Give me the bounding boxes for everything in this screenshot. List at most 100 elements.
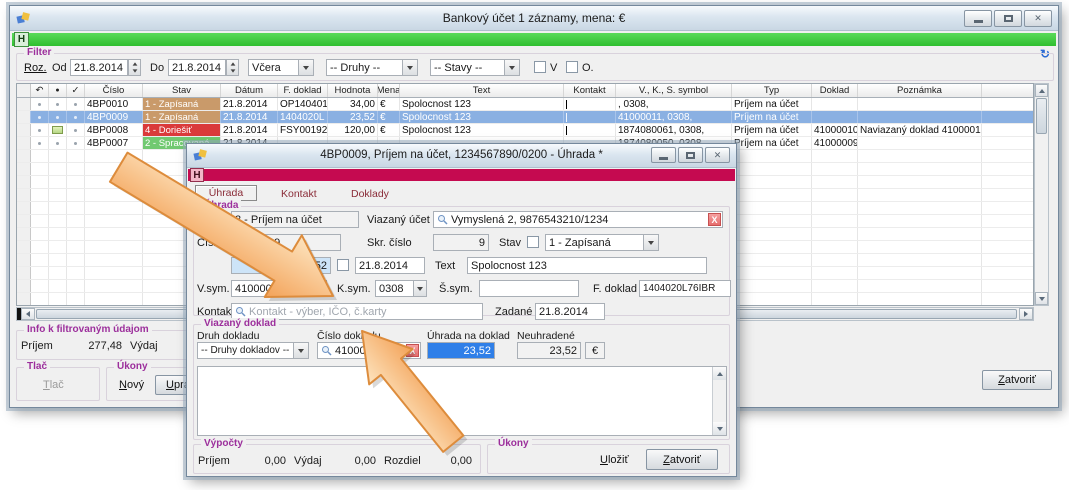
table-row[interactable]: 4BP0008 4 - Doriešiť 21.8.2014 FSY00192 … (17, 124, 1033, 137)
header-selector[interactable] (17, 84, 31, 97)
cislo-dokladu-field[interactable]: 41000011 X (317, 342, 421, 359)
header-kontakt[interactable]: Kontakt (564, 84, 616, 97)
money-icon (52, 126, 63, 134)
tab-uhrada[interactable]: Úhrada (195, 185, 257, 201)
stavy-select[interactable]: -- Stavy -- (430, 59, 520, 76)
vypocty-group: Výpočty Príjem 0,00 Výdaj 0,00 Rozdiel 0… (193, 444, 481, 474)
v-checkbox-label: V (550, 62, 557, 74)
neuhradene-field[interactable]: 23,52 (517, 342, 581, 359)
dlg-vydaj-label: Výdaj (294, 455, 322, 467)
chevron-down-icon[interactable] (413, 281, 426, 296)
scroll-left-icon[interactable] (21, 308, 35, 320)
header-poznamka[interactable]: Poznámka (858, 84, 982, 97)
tab-kontakt[interactable]: Kontakt (281, 188, 317, 200)
roz-link[interactable]: Roz. (24, 62, 47, 74)
text-field[interactable]: Spolocnost 123 (467, 257, 707, 274)
flag-icon[interactable]: ● (49, 84, 67, 97)
dialog-titlebar[interactable]: 4BP0009, Príjem na účet, 1234567890/0200… (187, 144, 736, 168)
header-cislo[interactable]: Číslo (85, 84, 143, 97)
viazany-ucet-field[interactable]: Vymyslená 2, 9876543210/1234 X (433, 211, 723, 228)
header-typ[interactable]: Typ (732, 84, 812, 97)
ukony-group-label: Úkony (114, 361, 151, 372)
stav-checkbox[interactable] (527, 236, 539, 248)
detail-textarea[interactable] (197, 366, 727, 436)
scroll-up-icon[interactable] (1035, 84, 1048, 97)
header-stav[interactable]: Stav (143, 84, 221, 97)
o-checkbox-label: O. (582, 62, 594, 74)
scroll-right-icon[interactable] (1019, 308, 1033, 320)
chevron-down-icon[interactable] (504, 60, 519, 75)
date-to-spinner[interactable] (226, 59, 239, 76)
header-doklad[interactable]: Doklad (812, 84, 858, 97)
header-text[interactable]: Text (400, 84, 564, 97)
header-f-doklad[interactable]: F. doklad (278, 84, 328, 97)
date-from-spinner[interactable] (128, 59, 141, 76)
tab-doklady[interactable]: Doklady (351, 188, 389, 200)
ksym-select[interactable]: 0308 (375, 280, 427, 297)
ssym-field[interactable] (479, 280, 579, 297)
datum-field[interactable]: 21.8.2014 (355, 257, 425, 274)
help-button[interactable]: H (14, 32, 29, 47)
maximize-icon[interactable] (994, 10, 1022, 27)
zatvorit-button[interactable]: Zatvoriť (982, 370, 1052, 390)
maximize-icon[interactable] (678, 147, 703, 163)
status-badge: 4 - Doriešiť (143, 124, 221, 136)
help-button[interactable]: H (190, 168, 204, 182)
druh-dokladu-label: Druh dokladu (197, 330, 259, 342)
clear-x-button[interactable]: X (708, 213, 721, 226)
ulozit-link[interactable]: Uložiť (600, 454, 629, 466)
vsym-field[interactable]: 41000011 (231, 280, 327, 297)
chevron-down-icon[interactable] (293, 343, 308, 358)
minimize-icon[interactable] (964, 10, 992, 27)
tlac-group: Tlač Tlač (16, 367, 100, 401)
dialog-zatvorit-button[interactable]: Zatvoriť (646, 449, 718, 470)
undo-icon[interactable]: ↶ (31, 84, 49, 97)
minimize-icon[interactable] (651, 147, 676, 163)
uhrada-na-doklad-field[interactable]: 23,52 (427, 342, 495, 359)
zadane-field[interactable]: 21.8.2014 (535, 303, 605, 320)
clear-x-button[interactable]: X (406, 344, 419, 357)
vscroll-thumb[interactable] (1036, 98, 1047, 134)
neuhradene-label: Neuhradené (517, 330, 575, 342)
novy-link[interactable]: Nový (119, 379, 144, 391)
search-icon (235, 306, 246, 317)
main-titlebar[interactable]: Bankový účet 1 záznamy, mena: € ✕ (10, 6, 1058, 31)
check-icon[interactable]: ✓ (67, 84, 85, 97)
scroll-up-icon[interactable] (713, 367, 726, 380)
zadane-label: Zadané (495, 306, 532, 318)
f-doklad-field[interactable]: 1404020L76IBR (639, 280, 731, 297)
close-icon[interactable]: ✕ (1024, 10, 1052, 27)
date-to-input[interactable]: 21.8.2014 (168, 59, 226, 76)
stav-select[interactable]: 1 - Zapísaná (545, 234, 659, 251)
search-icon (437, 214, 448, 225)
header-vks-symbol[interactable]: V., K., S. symbol (616, 84, 732, 97)
preset-select[interactable]: Včera (248, 59, 314, 76)
v-checkbox[interactable] (534, 61, 546, 73)
scroll-down-icon[interactable] (1035, 292, 1048, 305)
druh-dokladu-select[interactable]: -- Druhy dokladov -- (197, 342, 309, 359)
skr-cislo-field[interactable]: 9 (433, 234, 489, 251)
cislo-label: Číslo (197, 237, 222, 249)
druh-label: Druh (197, 214, 221, 226)
tlac-button[interactable]: Tlač (43, 379, 64, 391)
hodnota-field[interactable]: 23,52 (231, 257, 331, 274)
table-row-selected[interactable]: 4BP0009 1 - Zapísaná 21.8.2014 1404020L … (17, 111, 1033, 124)
chevron-down-icon[interactable] (402, 60, 417, 75)
chevron-down-icon[interactable] (643, 235, 658, 250)
date-from-input[interactable]: 21.8.2014 (70, 59, 128, 76)
chevron-down-icon[interactable] (298, 60, 313, 75)
textarea-scrollbar[interactable] (712, 367, 726, 435)
scroll-down-icon[interactable] (713, 422, 726, 435)
header-mena[interactable]: Mena (378, 84, 400, 97)
close-icon[interactable]: ✕ (705, 147, 730, 163)
cislo-field[interactable]: 4BP0009 (231, 234, 341, 251)
druh-field[interactable]: 3 - Príjem na účet (231, 211, 359, 228)
vertical-scrollbar[interactable] (1034, 83, 1049, 306)
currency-label: € (585, 342, 605, 359)
table-row[interactable]: 4BP0010 1 - Zapísaná 21.8.2014 OP140401 … (17, 98, 1033, 111)
hodnota-checkbox[interactable] (337, 259, 349, 271)
header-datum[interactable]: Dátum (221, 84, 278, 97)
druhy-select[interactable]: -- Druhy -- (326, 59, 418, 76)
o-checkbox[interactable] (566, 61, 578, 73)
header-hodnota[interactable]: Hodnota (328, 84, 378, 97)
